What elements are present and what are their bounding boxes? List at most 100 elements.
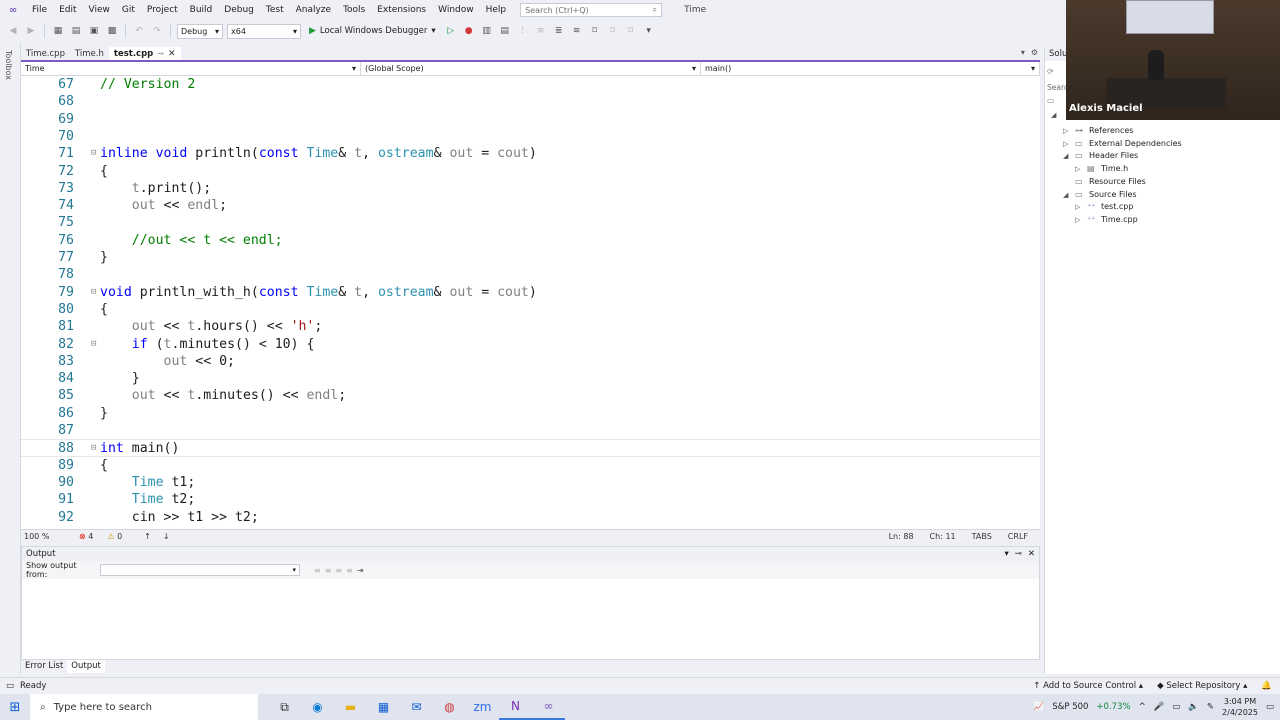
- search-box[interactable]: Search (Ctrl+Q) ⌕: [520, 3, 663, 17]
- collapsed-arrow-icon[interactable]: ▷: [1075, 163, 1083, 175]
- indent-indicator[interactable]: TABS: [972, 532, 992, 541]
- prev-message-icon[interactable]: ≡: [325, 566, 332, 575]
- code-line[interactable]: 72 {: [21, 163, 1040, 180]
- warning-count[interactable]: ⚠ 0: [107, 532, 122, 541]
- add-to-source-control-button[interactable]: ↑ Add to Source Control ▴: [1033, 681, 1143, 691]
- error-count[interactable]: ⊗ 4: [79, 532, 93, 541]
- overflow-icon[interactable]: ▾: [642, 24, 656, 38]
- select-repository-button[interactable]: ◆ Select Repository ▴: [1157, 681, 1247, 691]
- tree-item-external-dependencies[interactable]: ▷ ▭ External Dependencies: [1063, 138, 1182, 150]
- visual-studio-icon[interactable]: ∞: [532, 694, 565, 720]
- bookmark-next-icon[interactable]: ⌑: [624, 24, 638, 38]
- code-line[interactable]: 78: [21, 266, 1040, 283]
- line-ending-indicator[interactable]: CRLF: [1008, 532, 1028, 541]
- code-line[interactable]: 77}: [21, 249, 1040, 266]
- undo-icon[interactable]: ↶: [132, 24, 146, 38]
- menu-item-file[interactable]: File: [26, 0, 53, 20]
- code-line[interactable]: 91 Time t2;: [21, 491, 1040, 508]
- diagnostics-icon[interactable]: ▤: [498, 24, 512, 38]
- menu-item-git[interactable]: Git: [116, 0, 141, 20]
- code-line[interactable]: 92 cin >> t1 >> t2;: [21, 509, 1040, 526]
- mail-icon[interactable]: ✉: [400, 694, 433, 720]
- collapsed-arrow-icon[interactable]: ▷: [1063, 138, 1071, 150]
- menu-item-test[interactable]: Test: [260, 0, 290, 20]
- column-indicator[interactable]: Ch: 11: [930, 532, 956, 541]
- zoom-level[interactable]: 100 %: [21, 532, 65, 541]
- member-select[interactable]: main() ▾: [701, 62, 1040, 75]
- format-icon[interactable]: ≡: [534, 24, 548, 38]
- code-line[interactable]: 83 out << 0;: [21, 353, 1040, 370]
- code-line[interactable]: 69: [21, 111, 1040, 128]
- find-message-icon[interactable]: ≡: [314, 566, 321, 575]
- code-line[interactable]: 80 {: [21, 301, 1040, 318]
- code-line[interactable]: 84 }: [21, 370, 1040, 387]
- tab-error-list[interactable]: Error List: [21, 660, 67, 673]
- open-icon[interactable]: ▤: [69, 24, 83, 38]
- start-without-debugging-icon[interactable]: ▷: [444, 24, 458, 38]
- solution-search[interactable]: Searc: [1047, 83, 1068, 92]
- pen-icon[interactable]: ✎: [1207, 702, 1214, 712]
- menu-item-build[interactable]: Build: [184, 0, 219, 20]
- hot-reload-icon[interactable]: ●: [462, 24, 476, 38]
- menu-item-analyze[interactable]: Analyze: [290, 0, 337, 20]
- bookmark-prev-icon[interactable]: ⌑: [606, 24, 620, 38]
- menu-item-edit[interactable]: Edit: [53, 0, 82, 20]
- code-line[interactable]: 67 // Version 2: [21, 76, 1040, 93]
- chevron-down-icon[interactable]: ▾: [1004, 549, 1008, 559]
- back-icon[interactable]: ◀: [6, 24, 20, 38]
- expanded-arrow-icon[interactable]: ◢: [1063, 189, 1071, 201]
- sync-icon[interactable]: ⟳: [1047, 67, 1054, 76]
- bookmark-icon[interactable]: ⌑: [588, 24, 602, 38]
- windows-start-icon[interactable]: ⊞: [0, 694, 30, 720]
- code-line[interactable]: 76 //out << t << endl;: [21, 232, 1040, 249]
- comment-icon[interactable]: ≣: [552, 24, 566, 38]
- performance-icon[interactable]: ⫶: [516, 24, 530, 38]
- close-icon[interactable]: ✕: [168, 49, 176, 59]
- collapsed-arrow-icon[interactable]: ▷: [1063, 125, 1071, 137]
- tree-item-time-cpp[interactable]: ▷ ⁺⁺ Time.cpp: [1075, 214, 1138, 226]
- output-source-select[interactable]: ▾: [100, 564, 300, 576]
- code-line[interactable]: 73 t.print();: [21, 180, 1040, 197]
- tree-item-time-h[interactable]: ▷ ▤ Time.h: [1075, 163, 1128, 175]
- line-indicator[interactable]: Ln: 88: [889, 532, 914, 541]
- onenote-icon[interactable]: N: [499, 694, 532, 720]
- tray-chevron-icon[interactable]: ^: [1139, 702, 1146, 712]
- tab-output[interactable]: Output: [67, 660, 105, 673]
- notifications-icon[interactable]: 🔔: [1261, 681, 1272, 691]
- collapsed-arrow-icon[interactable]: ▷: [1075, 201, 1083, 213]
- collapsed-arrow-icon[interactable]: ▷: [1075, 214, 1083, 226]
- platform-select[interactable]: x64 ▾: [227, 23, 301, 39]
- menu-item-extensions[interactable]: Extensions: [371, 0, 432, 20]
- file-explorer-icon[interactable]: ▬: [334, 694, 367, 720]
- next-message-icon[interactable]: ≡: [335, 566, 342, 575]
- menu-item-project[interactable]: Project: [141, 0, 184, 20]
- tab-time-h[interactable]: Time.h: [70, 47, 109, 60]
- menu-item-debug[interactable]: Debug: [218, 0, 260, 20]
- volume-icon[interactable]: 🔈: [1188, 702, 1199, 712]
- network-icon[interactable]: ▭: [1172, 702, 1180, 712]
- save-all-icon[interactable]: ▩: [105, 24, 119, 38]
- start-debugging-button[interactable]: ▶ Local Windows Debugger ▾: [305, 26, 440, 36]
- new-project-icon[interactable]: ▦: [51, 24, 65, 38]
- tree-item-references[interactable]: ▷ ⊶ References: [1063, 125, 1133, 137]
- settings-icon[interactable]: ⚙: [1031, 48, 1038, 57]
- pin-icon[interactable]: ⊸: [1015, 549, 1022, 559]
- collapse-icon[interactable]: ◢: [1051, 111, 1056, 119]
- edge-icon[interactable]: ◉: [301, 694, 334, 720]
- notification-center-icon[interactable]: ▭: [1266, 702, 1274, 712]
- expanded-arrow-icon[interactable]: ◢: [1063, 150, 1071, 162]
- uncomment-icon[interactable]: ≋: [570, 24, 584, 38]
- toolbox-label[interactable]: Toolbox: [4, 50, 13, 80]
- code-line[interactable]: 85 out << t.minutes() << endl;: [21, 387, 1040, 404]
- code-line[interactable]: 79 ⊟ void println_with_h(const Time& t, os…: [21, 284, 1040, 301]
- menu-item-help[interactable]: Help: [480, 0, 513, 20]
- code-line[interactable]: 70: [21, 128, 1040, 145]
- menu-item-view[interactable]: View: [83, 0, 116, 20]
- code-line[interactable]: 86}: [21, 405, 1040, 422]
- microphone-icon[interactable]: 🎤: [1154, 702, 1165, 712]
- up-arrow-icon[interactable]: ↑: [144, 532, 151, 541]
- code-line[interactable]: 89 {: [21, 457, 1040, 474]
- tree-item-resource-files[interactable]: ▭ Resource Files: [1063, 176, 1146, 188]
- code-line[interactable]: 88 ⊟ int main(): [21, 439, 1040, 457]
- browse-icon[interactable]: ▥: [480, 24, 494, 38]
